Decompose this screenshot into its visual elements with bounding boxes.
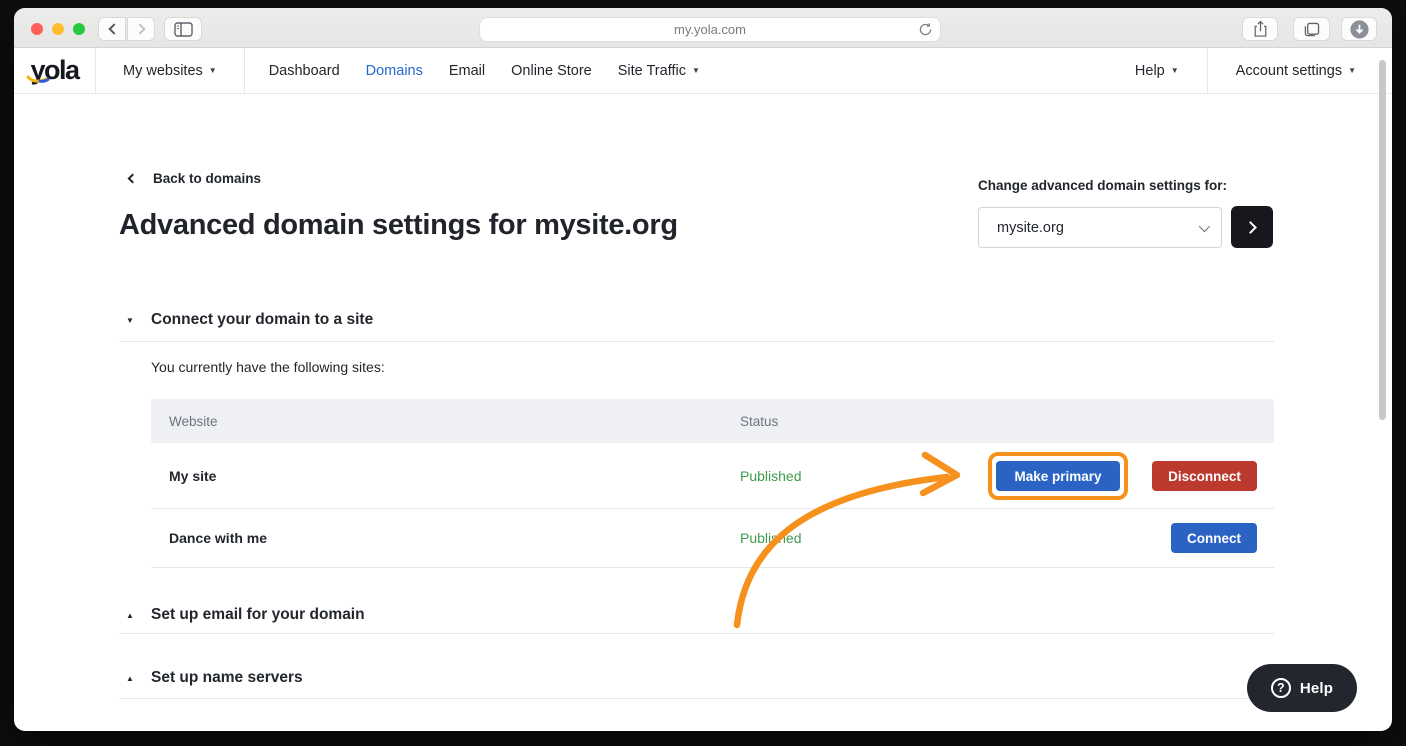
- help-button-label: Help: [1300, 680, 1333, 697]
- domain-select[interactable]: mysite.org: [978, 207, 1222, 248]
- back-to-domains-link[interactable]: Back to domains: [126, 171, 261, 186]
- help-floating-button[interactable]: ? Help: [1247, 664, 1357, 712]
- nav-item-dashboard[interactable]: Dashboard: [269, 63, 340, 79]
- nav-item-site-traffic[interactable]: Site Traffic ▼: [618, 63, 700, 79]
- section-title: Connect your domain to a site: [151, 311, 373, 329]
- logo-swoosh-icon: [26, 75, 52, 85]
- zoom-window-button[interactable]: [73, 23, 85, 35]
- downloads-button[interactable]: [1341, 17, 1377, 41]
- chevron-left-icon: [108, 23, 119, 34]
- divider: [119, 698, 1274, 699]
- chevron-down-icon: ▼: [1171, 66, 1179, 75]
- tab-overview-button[interactable]: [1293, 17, 1330, 41]
- nav-item-domains[interactable]: Domains: [366, 63, 423, 79]
- table-row: My site Published Make primary Disconnec…: [151, 443, 1274, 509]
- site-name: My site: [169, 468, 216, 484]
- my-websites-dropdown[interactable]: My websites ▼: [96, 48, 245, 93]
- divider: [119, 341, 1274, 342]
- address-bar[interactable]: my.yola.com: [480, 18, 940, 41]
- collapse-triangle-icon: ▲: [126, 674, 136, 683]
- domain-select-value: mysite.org: [997, 220, 1064, 236]
- share-button[interactable]: [1242, 17, 1278, 41]
- divider: [119, 633, 1274, 634]
- section-title: Set up name servers: [151, 669, 303, 687]
- nav-items: Dashboard Domains Email Online Store Sit…: [269, 48, 700, 93]
- status-badge: Published: [740, 468, 802, 484]
- chevron-down-icon: ▼: [692, 66, 700, 75]
- app-navbar: yola My websites ▼ Dashboard Domains Ema…: [14, 48, 1392, 94]
- my-websites-label: My websites: [123, 63, 203, 79]
- nav-right: Help ▼ Account settings ▼: [1107, 48, 1392, 93]
- disconnect-button[interactable]: Disconnect: [1152, 461, 1257, 491]
- question-mark-icon: ?: [1271, 678, 1291, 698]
- share-icon: [1253, 20, 1268, 38]
- column-header-status: Status: [740, 414, 778, 429]
- section-title: Set up email for your domain: [151, 606, 365, 624]
- section-connect-domain-header[interactable]: ▼ Connect your domain to a site: [126, 311, 373, 329]
- sites-table-header: Website Status: [151, 399, 1274, 443]
- close-window-button[interactable]: [31, 23, 43, 35]
- section-email-header[interactable]: ▲ Set up email for your domain: [126, 606, 365, 624]
- table-row: Dance with me Published Connect: [151, 509, 1274, 568]
- browser-toolbar: my.yola.com: [14, 8, 1392, 48]
- browser-back-button[interactable]: [98, 17, 126, 41]
- chevron-right-icon: [134, 23, 145, 34]
- site-name: Dance with me: [169, 530, 267, 546]
- domain-selector-label: Change advanced domain settings for:: [978, 178, 1227, 193]
- minimize-window-button[interactable]: [52, 23, 64, 35]
- nav-item-email[interactable]: Email: [449, 63, 485, 79]
- help-label: Help: [1135, 63, 1165, 79]
- reload-button[interactable]: [918, 22, 933, 40]
- sites-intro-text: You currently have the following sites:: [151, 359, 385, 375]
- url-text: my.yola.com: [674, 22, 746, 37]
- connect-button[interactable]: Connect: [1171, 523, 1257, 553]
- browser-forward-button[interactable]: [127, 17, 155, 41]
- column-header-website: Website: [151, 414, 218, 429]
- make-primary-button[interactable]: Make primary: [996, 461, 1120, 491]
- site-traffic-label: Site Traffic: [618, 63, 686, 79]
- domain-select-go-button[interactable]: [1231, 206, 1273, 248]
- yola-logo[interactable]: yola: [14, 48, 96, 93]
- chevron-down-icon: ▼: [1348, 66, 1356, 75]
- sidebar-icon: [174, 22, 193, 37]
- sidebar-toggle-button[interactable]: [164, 17, 202, 41]
- collapse-triangle-icon: ▲: [126, 611, 136, 620]
- chevron-down-icon: ▼: [209, 66, 217, 75]
- window-controls: [31, 23, 85, 35]
- browser-window: my.yola.com yola My websites ▼: [14, 8, 1392, 731]
- account-settings-label: Account settings: [1236, 63, 1342, 79]
- nav-help-dropdown[interactable]: Help ▼: [1107, 48, 1207, 93]
- chevron-down-icon: [1199, 220, 1210, 231]
- status-badge: Published: [740, 530, 802, 546]
- page-title: Advanced domain settings for mysite.org: [119, 209, 678, 242]
- chevron-left-icon: [128, 174, 138, 184]
- nav-account-settings-dropdown[interactable]: Account settings ▼: [1207, 48, 1378, 93]
- download-icon: [1349, 19, 1370, 40]
- nav-item-online-store[interactable]: Online Store: [511, 63, 592, 79]
- collapse-triangle-icon: ▼: [126, 316, 136, 325]
- tabs-icon: [1303, 22, 1320, 37]
- reload-icon: [918, 22, 933, 37]
- chevron-right-icon: [1244, 221, 1257, 234]
- section-name-servers-header[interactable]: ▲ Set up name servers: [126, 669, 303, 687]
- back-link-label: Back to domains: [153, 171, 261, 186]
- scrollbar-thumb[interactable]: [1379, 60, 1386, 420]
